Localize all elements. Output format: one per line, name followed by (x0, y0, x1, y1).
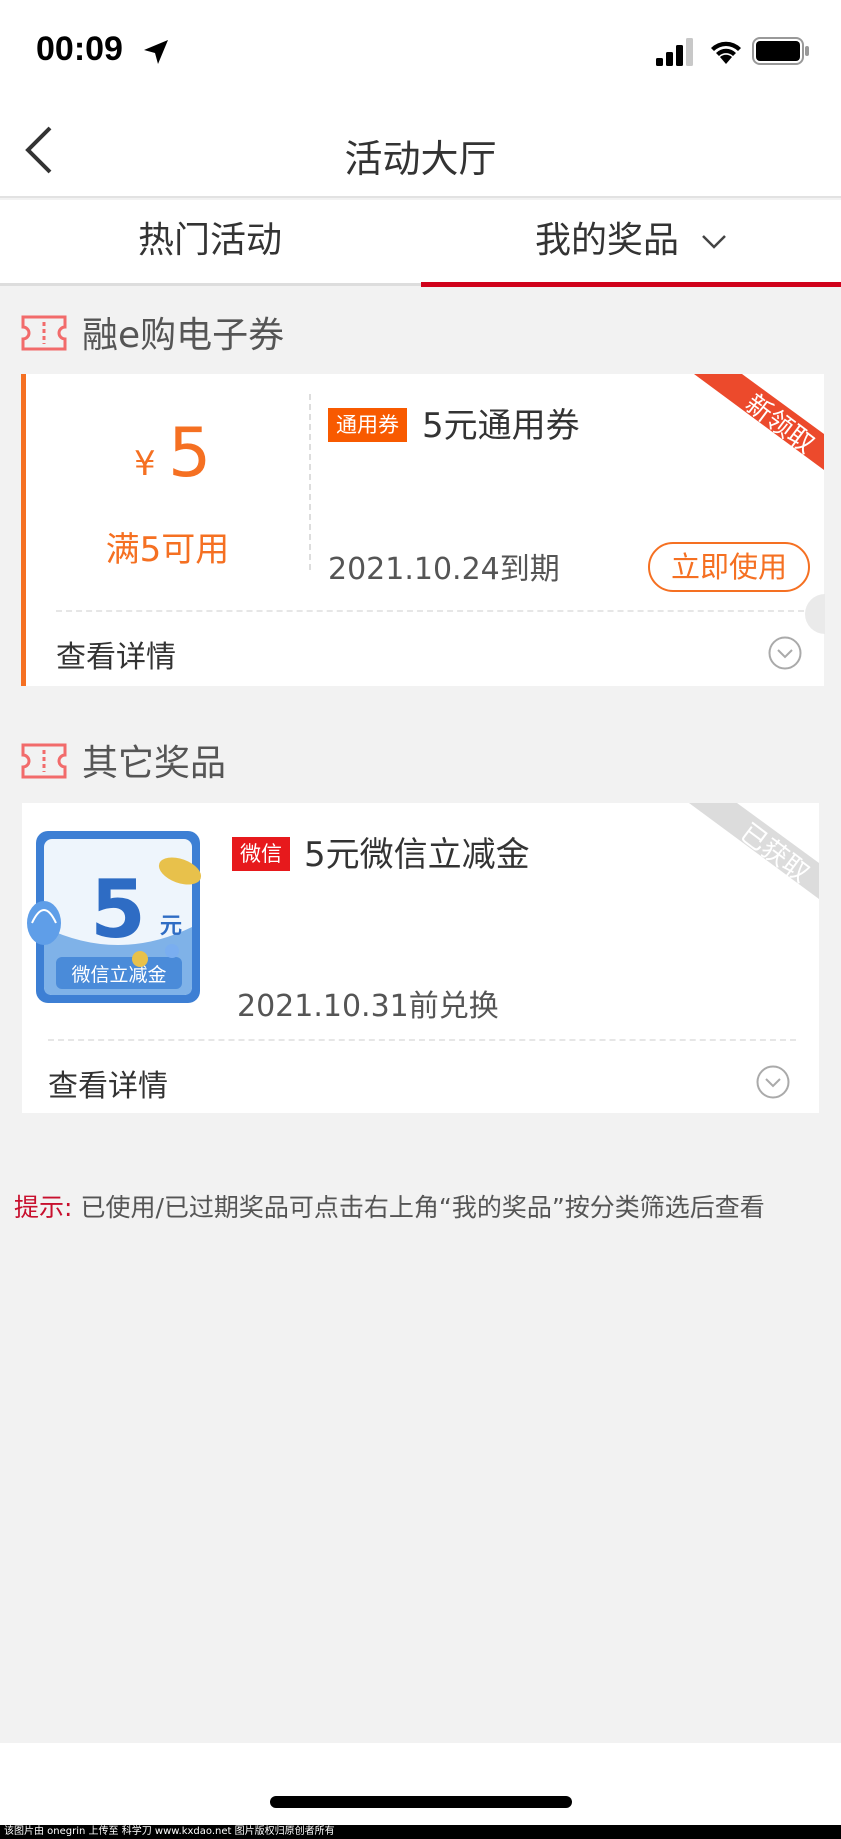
wifi-icon (711, 41, 741, 64)
view-details-link[interactable]: 查看详情 (48, 1061, 168, 1105)
home-indicator[interactable] (270, 1796, 572, 1808)
battery-icon (752, 37, 809, 65)
status-bar: 00:09 (0, 0, 841, 100)
nav-bar: 活动大厅 (0, 100, 841, 198)
tab-hot-activities-label: 热门活动 (137, 220, 282, 261)
tab-bar: 热门活动 我的奖品 (0, 200, 841, 287)
ticket-icon (21, 743, 67, 779)
expand-circle-chevron-icon[interactable] (768, 636, 802, 670)
wechat-cash-voucher-image: 5 元 微信立减金 (27, 831, 202, 1003)
tip-label: 提示: (14, 1193, 73, 1222)
coupon-type-tag: 通用券 (328, 408, 407, 442)
coupon-currency: ¥ (134, 444, 156, 484)
wechat-tag: 微信 (232, 837, 290, 871)
ticket-icon (21, 315, 67, 351)
coupon-amount: 5 (168, 414, 212, 493)
expand-circle-chevron-icon[interactable] (756, 1065, 790, 1099)
view-details-link[interactable]: 查看详情 (56, 632, 176, 676)
tab-hot-activities[interactable]: 热门活动 (0, 200, 420, 286)
location-arrow-icon (144, 40, 168, 64)
tip-text: 已使用/已过期奖品可点击右上角“我的奖品”按分类筛选后查看 (80, 1193, 765, 1222)
page-title: 活动大厅 (344, 137, 497, 181)
new-received-ribbon: 新领取 (694, 374, 824, 470)
coupon-card[interactable]: ¥ 5 满5可用 通用券 5元通用券 2021.10.24到期 立即使用 新领取… (21, 374, 824, 686)
section-coupon-title: 融e购电子券 (82, 315, 285, 356)
coupon-condition: 满5可用 (105, 530, 230, 570)
wechat-redeem-by: 2021.10.31前兑换 (237, 989, 499, 1024)
row-divider (56, 610, 804, 612)
voucher-caption: 微信立减金 (71, 964, 166, 986)
tip-message: 提示: 已使用/已过期奖品可点击右上角“我的奖品”按分类筛选后查看 (14, 1188, 834, 1224)
coupon-divider (309, 394, 311, 570)
status-time: 00:09 (36, 30, 123, 68)
voucher-unit: 元 (160, 914, 182, 939)
tab-my-prizes[interactable]: 我的奖品 (421, 200, 841, 287)
obtained-ribbon: 已获取 (689, 803, 819, 899)
chevron-down-icon (702, 235, 726, 249)
tab-my-prizes-label: 我的奖品 (534, 220, 679, 261)
voucher-amount: 5 (90, 863, 146, 956)
row-divider (48, 1039, 796, 1041)
wechat-prize-card[interactable]: 5 元 微信立减金 微信 5元微信立减金 2021.10.31前兑换 已获取 查… (22, 803, 819, 1113)
wechat-prize-title: 5元微信立减金 (304, 835, 530, 875)
use-now-button[interactable]: 立即使用 (648, 542, 810, 592)
section-other-title: 其它奖品 (82, 743, 227, 784)
cellular-signal-icon (656, 38, 693, 66)
coupon-title: 5元通用券 (422, 406, 580, 446)
coupon-expiry: 2021.10.24到期 (328, 552, 560, 587)
watermark: 该图片由 onegrin 上传至 科学刀 www.kxdao.net 图片版权归… (0, 1825, 841, 1839)
